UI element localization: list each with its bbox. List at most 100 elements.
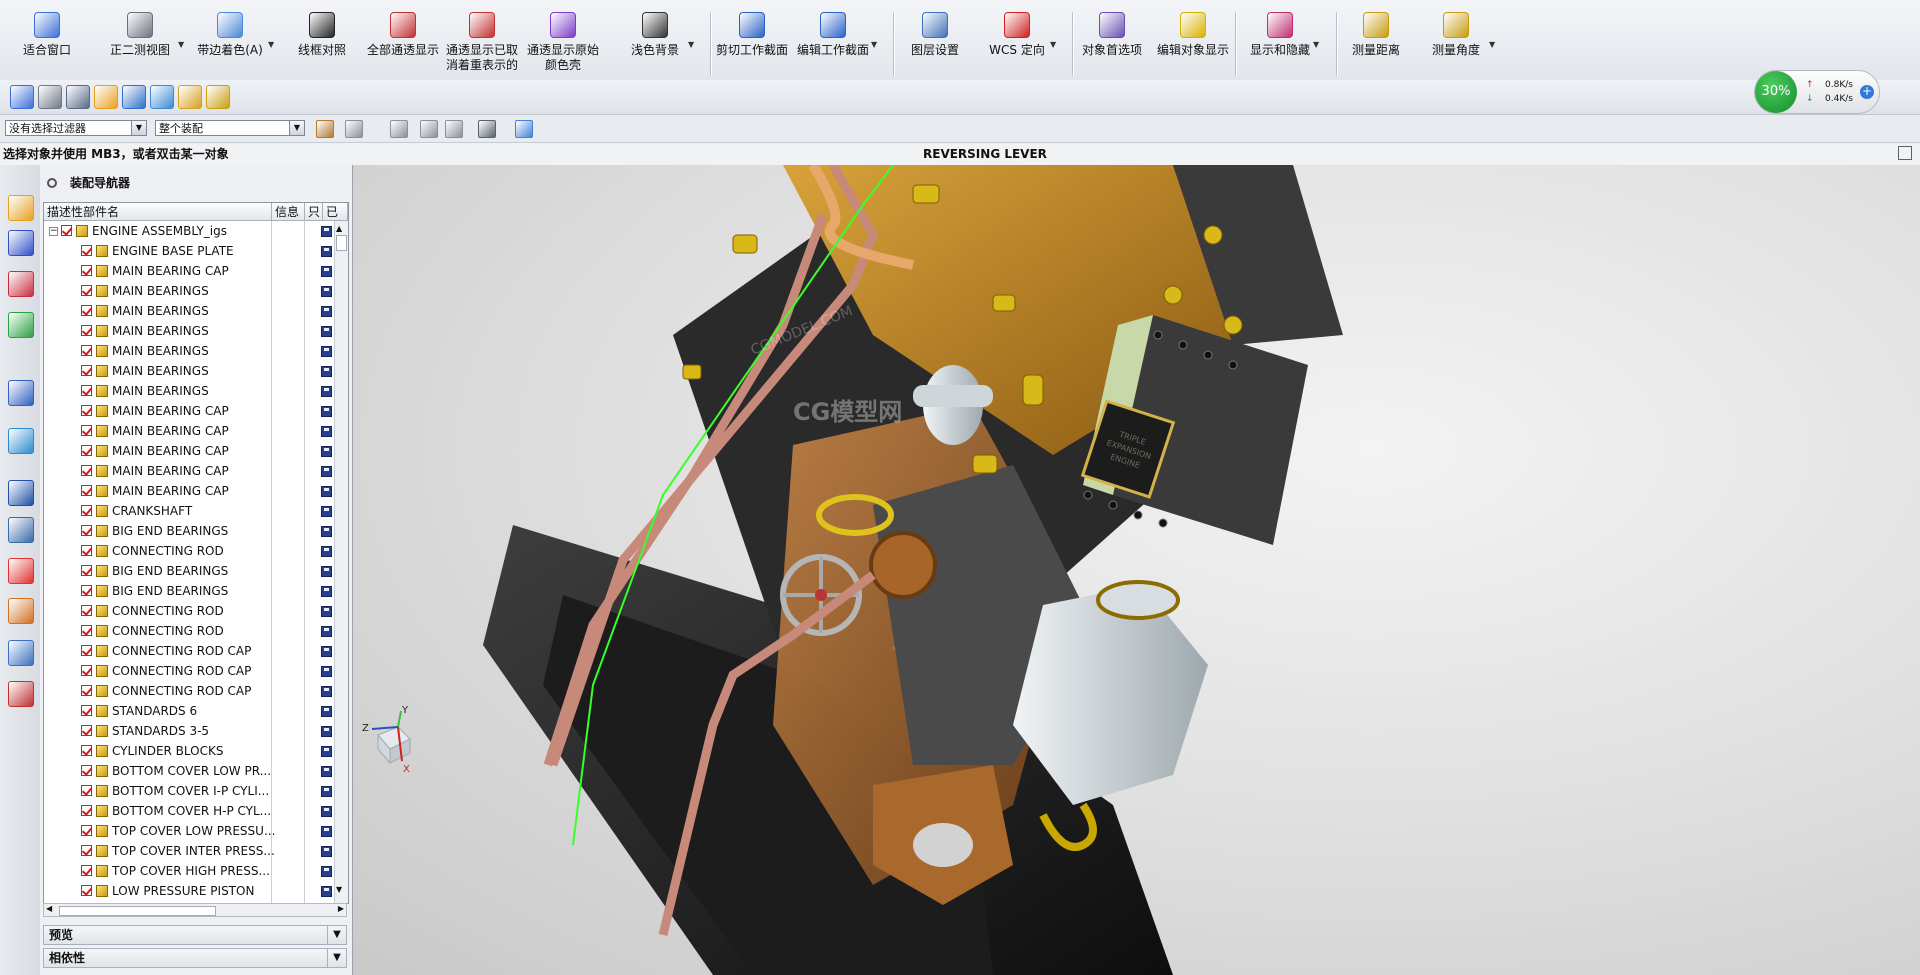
pin-icon[interactable] bbox=[47, 178, 57, 188]
collapse-icon[interactable]: − bbox=[49, 227, 58, 236]
web-browser-icon[interactable] bbox=[8, 428, 34, 454]
vertical-scrollbar[interactable]: ▲ ▼ bbox=[334, 221, 348, 903]
chevron-down-icon[interactable]: ▼ bbox=[871, 40, 877, 49]
preview-panel[interactable]: 预览 ▼ bbox=[43, 925, 347, 945]
assembly-navigator-icon[interactable] bbox=[8, 195, 34, 221]
ribbon-button-object-preferences[interactable]: 对象首选项 bbox=[1077, 12, 1147, 78]
ribbon-button-translucent-color[interactable]: 通透显示原始颜色壳 bbox=[523, 12, 603, 78]
visibility-checkbox[interactable] bbox=[81, 865, 92, 876]
dependencies-panel[interactable]: 相依性 ▼ bbox=[43, 948, 347, 968]
table-row[interactable]: MAIN BEARING CAP bbox=[44, 461, 334, 481]
hd3d-tools-icon[interactable] bbox=[8, 380, 34, 406]
table-row[interactable]: STANDARDS 6 bbox=[44, 701, 334, 721]
visibility-checkbox[interactable] bbox=[81, 305, 92, 316]
table-row[interactable]: MAIN BEARING CAP bbox=[44, 441, 334, 461]
ribbon-button-shaded-edges[interactable]: 带边着色(A) bbox=[190, 12, 270, 78]
visibility-checkbox[interactable] bbox=[81, 405, 92, 416]
snap-point-icon[interactable] bbox=[316, 120, 334, 138]
table-row[interactable]: CONNECTING ROD CAP bbox=[44, 641, 334, 661]
history-icon[interactable] bbox=[8, 480, 34, 506]
network-speed-widget[interactable]: 30% ↑ ↓ 0.8K/s 0.4K/s + bbox=[1754, 70, 1880, 114]
visibility-checkbox[interactable] bbox=[81, 505, 92, 516]
visibility-checkbox[interactable] bbox=[81, 785, 92, 796]
table-row[interactable]: ENGINE BASE PLATE bbox=[44, 241, 334, 261]
chevron-down-icon[interactable]: ▼ bbox=[327, 926, 346, 944]
ribbon-button-edit-object-display[interactable]: 编辑对象显示 bbox=[1151, 12, 1235, 78]
ribbon-button-light-background[interactable]: 浅色背景 bbox=[620, 12, 690, 78]
visibility-checkbox[interactable] bbox=[81, 525, 92, 536]
visibility-checkbox[interactable] bbox=[81, 485, 92, 496]
table-row[interactable]: MAIN BEARINGS bbox=[44, 361, 334, 381]
add-icon[interactable]: + bbox=[1860, 85, 1874, 99]
system-materials-icon[interactable] bbox=[8, 640, 34, 666]
ribbon-button-show-hide[interactable]: 显示和隐藏 bbox=[1245, 12, 1315, 78]
part-navigator-icon[interactable] bbox=[8, 271, 34, 297]
visibility-checkbox[interactable] bbox=[81, 465, 92, 476]
visibility-checkbox[interactable] bbox=[81, 585, 92, 596]
assembly-tools-icon[interactable] bbox=[206, 85, 230, 109]
table-row[interactable]: CONNECTING ROD bbox=[44, 621, 334, 641]
table-row[interactable]: CONNECTING ROD CAP bbox=[44, 681, 334, 701]
ribbon-button-wireframe[interactable]: 线框对照 bbox=[292, 12, 352, 78]
ribbon-button-clip-section[interactable]: 剪切工作截面 bbox=[712, 12, 792, 78]
select-icon[interactable] bbox=[420, 120, 438, 138]
table-row[interactable]: CONNECTING ROD CAP bbox=[44, 661, 334, 681]
chevron-down-icon[interactable]: ▼ bbox=[688, 40, 694, 49]
horizontal-scroll-thumb[interactable] bbox=[59, 906, 216, 916]
add-component-icon[interactable] bbox=[150, 85, 174, 109]
lasso-icon[interactable] bbox=[390, 120, 408, 138]
table-row[interactable]: MAIN BEARINGS bbox=[44, 301, 334, 321]
visibility-checkbox[interactable] bbox=[81, 685, 92, 696]
ribbon-button-measure-angle[interactable]: 测量角度 bbox=[1421, 12, 1491, 78]
visibility-checkbox[interactable] bbox=[81, 365, 92, 376]
scroll-down-icon[interactable]: ▼ bbox=[336, 885, 342, 894]
table-row[interactable]: LOW PRESSURE PISTON bbox=[44, 881, 334, 901]
visibility-checkbox[interactable] bbox=[81, 425, 92, 436]
visibility-checkbox[interactable] bbox=[81, 445, 92, 456]
maximize-view-icon[interactable] bbox=[1898, 146, 1912, 160]
table-row[interactable]: CONNECTING ROD bbox=[44, 601, 334, 621]
scroll-thumb[interactable] bbox=[336, 235, 347, 251]
table-row[interactable]: MAIN BEARING CAP bbox=[44, 481, 334, 501]
visibility-checkbox[interactable] bbox=[81, 645, 92, 656]
table-row[interactable]: MAIN BEARINGS bbox=[44, 341, 334, 361]
table-row[interactable]: STANDARDS 3-5 bbox=[44, 721, 334, 741]
chevron-down-icon[interactable]: ▼ bbox=[178, 40, 184, 49]
table-row[interactable]: BOTTOM COVER H-P CYL... bbox=[44, 801, 334, 821]
chevron-down-icon[interactable]: ▼ bbox=[131, 121, 146, 135]
table-row[interactable]: BIG END BEARINGS bbox=[44, 521, 334, 541]
visibility-checkbox[interactable] bbox=[81, 845, 92, 856]
chevron-down-icon[interactable]: ▼ bbox=[289, 121, 304, 135]
table-row[interactable]: TOP COVER HIGH PRESS... bbox=[44, 861, 334, 881]
table-row[interactable]: MAIN BEARING CAP bbox=[44, 421, 334, 441]
reuse-library-icon[interactable] bbox=[8, 312, 34, 338]
table-row[interactable]: BOTTOM COVER LOW PR... bbox=[44, 761, 334, 781]
scope-dropdown[interactable]: 整个装配 ▼ bbox=[155, 120, 305, 136]
visibility-checkbox[interactable] bbox=[81, 625, 92, 636]
ribbon-button-edit-section[interactable]: 编辑工作截面 bbox=[793, 12, 873, 78]
table-row[interactable]: TOP COVER INTER PRESS... bbox=[44, 841, 334, 861]
fit-all-icon[interactable] bbox=[10, 85, 34, 109]
visibility-checkbox[interactable] bbox=[81, 385, 92, 396]
tree-root-row[interactable]: − ENGINE ASSEMBLY_igs bbox=[44, 221, 334, 241]
ribbon-button-fit-window[interactable]: 适合窗口 bbox=[12, 12, 82, 78]
table-row[interactable]: MAIN BEARING CAP bbox=[44, 401, 334, 421]
visibility-checkbox[interactable] bbox=[81, 565, 92, 576]
chevron-down-icon[interactable]: ▼ bbox=[1050, 40, 1056, 49]
chevron-down-icon[interactable]: ▼ bbox=[268, 40, 274, 49]
column-header-info[interactable]: 信息 bbox=[272, 203, 305, 221]
chevron-down-icon[interactable]: ▼ bbox=[327, 949, 346, 967]
visibility-checkbox[interactable] bbox=[81, 245, 92, 256]
table-row[interactable]: CYLINDER BLOCKS bbox=[44, 741, 334, 761]
scroll-left-icon[interactable]: ◀ bbox=[46, 904, 52, 913]
visibility-checkbox[interactable] bbox=[81, 705, 92, 716]
selection-filter-dropdown[interactable]: 没有选择过滤器 ▼ bbox=[5, 120, 147, 136]
table-row[interactable]: MAIN BEARINGS bbox=[44, 321, 334, 341]
ribbon-button-layer-settings[interactable]: 图层设置 bbox=[900, 12, 970, 78]
horizontal-scrollbar[interactable]: ◀ ▶ bbox=[43, 903, 347, 917]
system-scenes-icon[interactable] bbox=[8, 681, 34, 707]
visibility-checkbox[interactable] bbox=[81, 325, 92, 336]
visibility-checkbox[interactable] bbox=[81, 285, 92, 296]
table-row[interactable]: MAIN BEARING CAP bbox=[44, 261, 334, 281]
process-studio-icon[interactable] bbox=[8, 517, 34, 543]
